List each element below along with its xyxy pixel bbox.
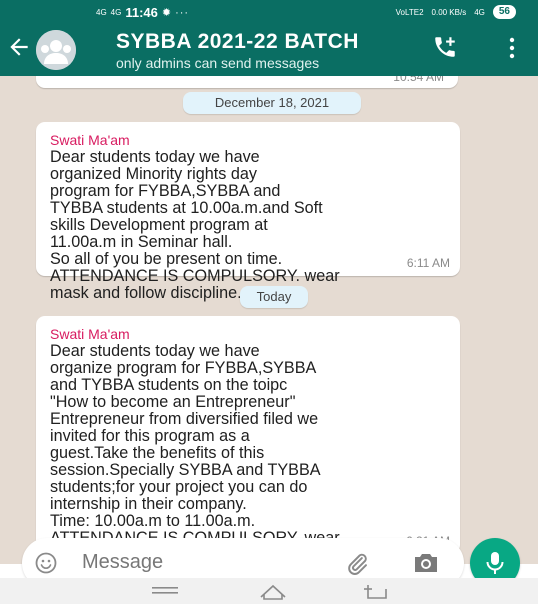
message-sender[interactable]: Swati Ma'am [50, 326, 448, 342]
message-text: Dear students today we have organized Mi… [50, 148, 340, 302]
message-bubble[interactable]: Swati Ma'am Dear students today we have … [36, 316, 460, 564]
signal-2-label: 4G [110, 7, 122, 17]
gear-icon: ✹ [161, 7, 172, 19]
add-call-icon[interactable] [432, 34, 458, 60]
microphone-icon [486, 552, 504, 574]
message-sender[interactable]: Swati Ma'am [50, 132, 448, 148]
date-chip: December 18, 2021 [183, 92, 361, 114]
emoji-icon[interactable] [34, 551, 58, 575]
arrow-left-icon[interactable] [6, 34, 32, 60]
chat-title[interactable]: SYBBA 2021-22 BATCH [116, 30, 359, 54]
system-navigation-bar [0, 578, 538, 604]
menu-lines-icon[interactable] [152, 586, 178, 598]
message-placeholder[interactable]: Message [82, 551, 163, 574]
app-bar: 4G 4G 11:46 ✹ ··· VoLTE2 0.00 KB/s 4G 56 [0, 0, 538, 76]
paperclip-icon[interactable] [344, 551, 370, 577]
chat-subtitle: only admins can send messages [116, 55, 320, 71]
date-chip-today: Today [240, 286, 308, 308]
group-avatar-icon[interactable] [36, 30, 76, 70]
kebab-menu-icon[interactable] [508, 36, 516, 60]
network2-label: 4G [474, 7, 485, 17]
home-icon[interactable] [258, 582, 288, 600]
chat-area[interactable]: students 10:54 AM December 18, 2021 Swat… [0, 76, 538, 564]
back-nav-icon[interactable] [362, 582, 392, 600]
status-right: VoLTE2 0.00 KB/s 4G 56 [396, 5, 516, 19]
message-bubble[interactable]: Swati Ma'am Dear students today we have … [36, 122, 460, 302]
whatsapp-chat-screen: 4G 4G 11:46 ✹ ··· VoLTE2 0.00 KB/s 4G 56 [0, 0, 538, 604]
speed-label: 0.00 KB/s [431, 7, 467, 17]
message-time: 6:11 AM [406, 256, 450, 270]
network-label: VoLTE2 [395, 7, 424, 17]
battery-indicator: 56 [492, 5, 516, 19]
previous-message-time: 10:54 AM [393, 76, 444, 84]
status-time: 11:46 [125, 5, 158, 20]
message-text: Dear students today we have organize pro… [50, 342, 340, 564]
status-left: 4G 4G 11:46 ✹ ··· [96, 5, 189, 20]
status-overflow: ··· [175, 6, 190, 19]
camera-icon[interactable] [412, 551, 440, 575]
signal-1-label: 4G [96, 7, 107, 17]
previous-message-bubble[interactable]: students 10:54 AM [36, 76, 458, 88]
status-bar: 4G 4G 11:46 ✹ ··· VoLTE2 0.00 KB/s 4G 56 [0, 0, 538, 24]
chat-header[interactable]: SYBBA 2021-22 BATCH only admins can send… [0, 24, 538, 76]
